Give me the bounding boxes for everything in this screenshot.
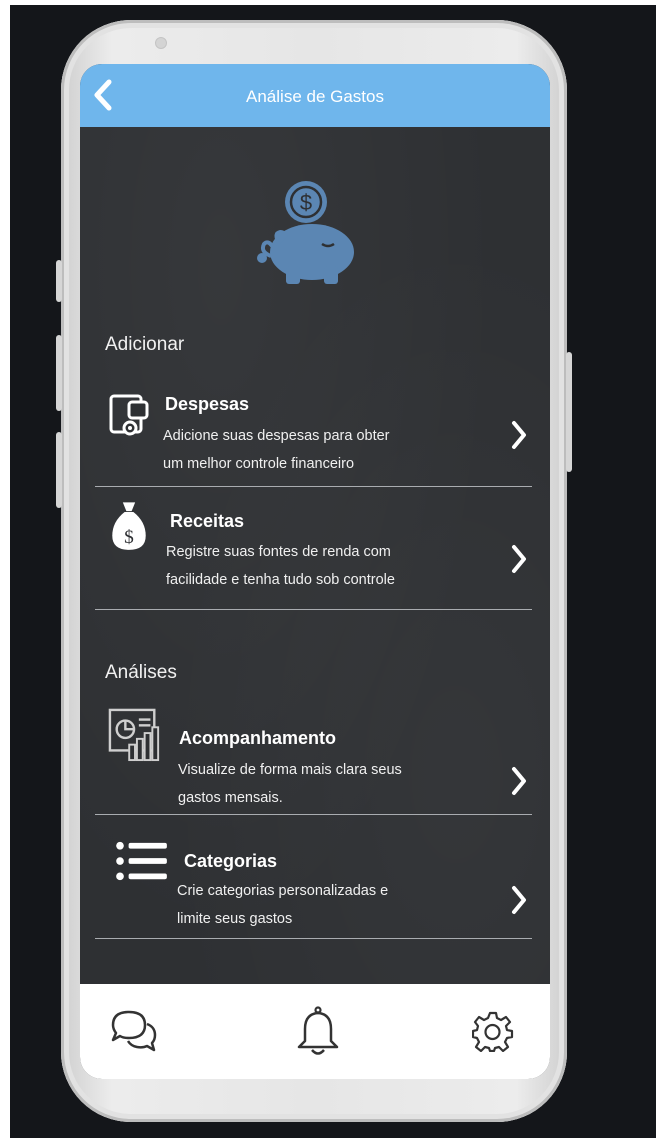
bottom-nav-bar [80,984,550,1079]
chevron-right-icon [512,886,526,914]
wallet-icon [109,394,149,436]
divider [95,486,532,487]
row-title: Categorias [184,851,278,871]
bag-dollar-symbol: $ [124,527,134,548]
row-categorias[interactable]: Categorias Crie categorias personalizada… [95,826,532,936]
section-label-adicionar: Adicionar [105,334,185,355]
bell-icon [297,1006,339,1055]
divider [95,938,532,939]
nav-settings-button[interactable] [466,1004,520,1058]
row-title: Acompanhamento [179,728,337,748]
row-acompanhamento[interactable]: Acompanhamento Visualize de forma mais c… [95,704,532,814]
section-label-analises: Análises [105,662,177,683]
row-description-line-1: Crie categorias personalizadas e [177,883,389,899]
piggy-bank-icon: $ [257,181,354,284]
money-bag-icon: $ [112,502,146,550]
gear-icon [472,1011,514,1052]
row-description-line-1: Adicione suas despesas para obter [163,428,390,444]
app-screen: Análise de Gastos $ Adicionar Despesas A… [80,64,550,1079]
row-description-line-1: Visualize de forma mais clara seus [178,762,402,778]
chevron-right-icon [512,421,526,449]
divider [95,814,532,815]
nav-notifications-button[interactable] [291,1004,345,1058]
page-title: Análise de Gastos [246,87,384,106]
top-bar: Análise de Gastos [80,64,550,127]
side-button-left-3 [56,432,62,508]
row-title: Despesas [165,394,250,414]
row-description-line-2: um melhor controle financeiro [163,456,355,472]
row-description-line-2: facilidade e tenha tudo sob controle [166,572,395,588]
chevron-right-icon [512,767,526,795]
front-camera [155,37,167,49]
row-title: Receitas [170,511,245,531]
row-despesas[interactable]: Despesas Adicione suas despesas para obt… [95,382,532,482]
nav-chat-button[interactable] [107,1004,161,1058]
dollar-symbol: $ [300,190,312,215]
report-chart-icon [108,708,160,762]
divider [95,609,532,610]
side-button-left-1 [56,260,62,302]
side-button-right [566,352,572,472]
chevron-right-icon [512,545,526,573]
side-button-left-2 [56,335,62,411]
row-receitas[interactable]: $ Receitas Registre suas fontes de renda… [95,496,532,606]
list-icon [116,841,167,881]
row-description-line-2: limite seus gastos [177,911,293,927]
row-description-line-1: Registre suas fontes de renda com [166,544,391,560]
row-description-line-2: gastos mensais. [178,790,283,806]
chat-icon [111,1010,157,1052]
